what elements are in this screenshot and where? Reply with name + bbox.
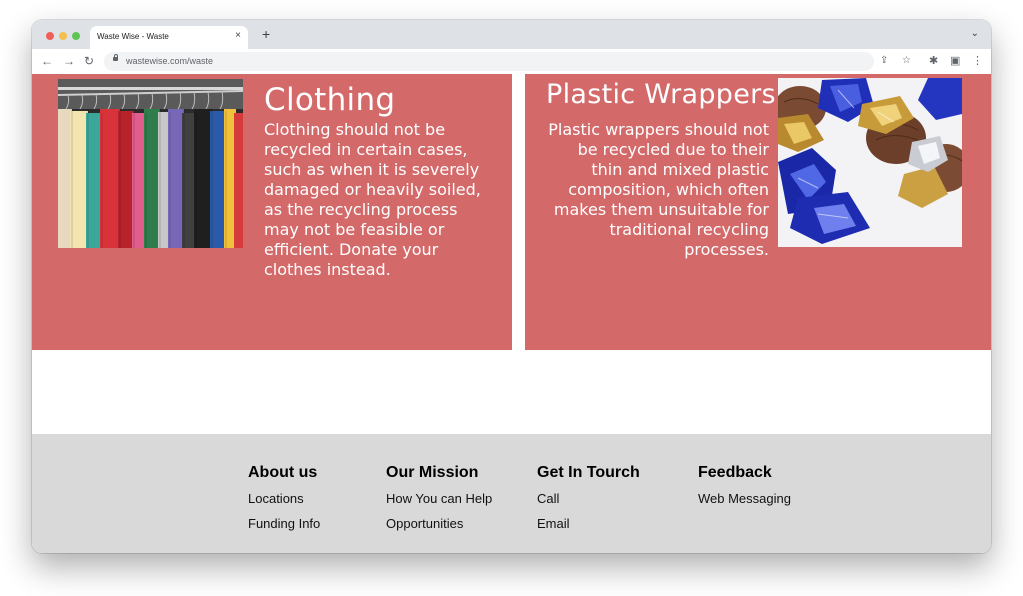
clothing-title: Clothing	[264, 82, 396, 118]
footer-link-funding-info[interactable]: Funding Info	[248, 516, 320, 532]
tab-search-icon[interactable]: ⌄	[971, 28, 979, 39]
plastic-wrappers-title: Plastic Wrappers	[546, 79, 776, 110]
footer-heading-contact: Get In Tourch	[537, 464, 640, 481]
extensions-icon[interactable]: ✱	[929, 53, 938, 69]
footer-link-call[interactable]: Call	[537, 491, 640, 507]
footer-link-locations[interactable]: Locations	[248, 491, 320, 507]
clothing-rack-photo	[58, 79, 243, 248]
candy-wrappers-illustration	[778, 78, 962, 247]
footer-link-opportunities[interactable]: Opportunities	[386, 516, 492, 532]
lock-icon[interactable]	[113, 54, 118, 61]
browser-window: Waste Wise - Waste × + ⌄ ← → ↻ wastewise…	[32, 20, 991, 553]
forward-icon[interactable]: →	[63, 53, 75, 69]
footer-column-contact: Get In Tourch Call Email	[537, 464, 640, 541]
page-viewport: Clothing Clothing should not be recycled…	[32, 74, 991, 553]
tab-close-icon[interactable]: ×	[235, 30, 241, 42]
footer-column-mission: Our Mission How You can Help Opportuniti…	[386, 464, 492, 541]
tab-title: Waste Wise - Waste	[97, 32, 169, 41]
footer-link-email[interactable]: Email	[537, 516, 640, 532]
footer-heading-about: About us	[248, 464, 318, 481]
footer-heading-mission: Our Mission	[386, 464, 479, 481]
close-window-button[interactable]	[46, 32, 54, 40]
footer-column-feedback: Feedback Web Messaging	[698, 464, 791, 516]
browser-toolbar: ← → ↻ wastewise.com/waste ⇪ ☆ ✱ ▣ ⋮	[32, 49, 991, 75]
plastic-wrappers-card: Plastic Wrappers Plastic wrappers should…	[525, 74, 991, 350]
footer-link-how-you-can-help[interactable]: How You can Help	[386, 491, 492, 507]
minimize-window-button[interactable]	[59, 32, 67, 40]
tab-strip: Waste Wise - Waste × + ⌄	[32, 20, 991, 49]
new-tab-icon[interactable]: +	[262, 26, 270, 42]
footer-heading-feedback: Feedback	[698, 464, 772, 481]
clothing-card: Clothing Clothing should not be recycled…	[32, 74, 512, 350]
plastic-wrappers-description: Plastic wrappers should not be recycled …	[548, 120, 769, 259]
tab-waste-wise[interactable]: Waste Wise - Waste ×	[90, 26, 248, 49]
url-text[interactable]: wastewise.com/waste	[126, 56, 213, 66]
site-footer: About us Locations Funding Info Our Miss…	[32, 434, 991, 553]
maximize-window-button[interactable]	[72, 32, 80, 40]
footer-link-web-messaging[interactable]: Web Messaging	[698, 491, 791, 507]
clothing-description: Clothing should not be recycled in certa…	[264, 120, 481, 279]
reload-icon[interactable]: ↻	[84, 53, 94, 69]
footer-column-about: About us Locations Funding Info	[248, 464, 320, 541]
browser-menu-icon[interactable]: ⋮	[972, 53, 983, 69]
address-bar[interactable]: wastewise.com/waste ⇪ ☆	[104, 52, 911, 71]
bookmark-star-icon[interactable]: ☆	[902, 54, 911, 68]
share-icon[interactable]: ⇪	[880, 54, 888, 68]
clothing-rack-illustration	[58, 79, 243, 248]
back-icon[interactable]: ←	[41, 53, 53, 69]
side-panel-icon[interactable]: ▣	[950, 53, 960, 69]
candy-wrappers-photo	[778, 78, 962, 247]
